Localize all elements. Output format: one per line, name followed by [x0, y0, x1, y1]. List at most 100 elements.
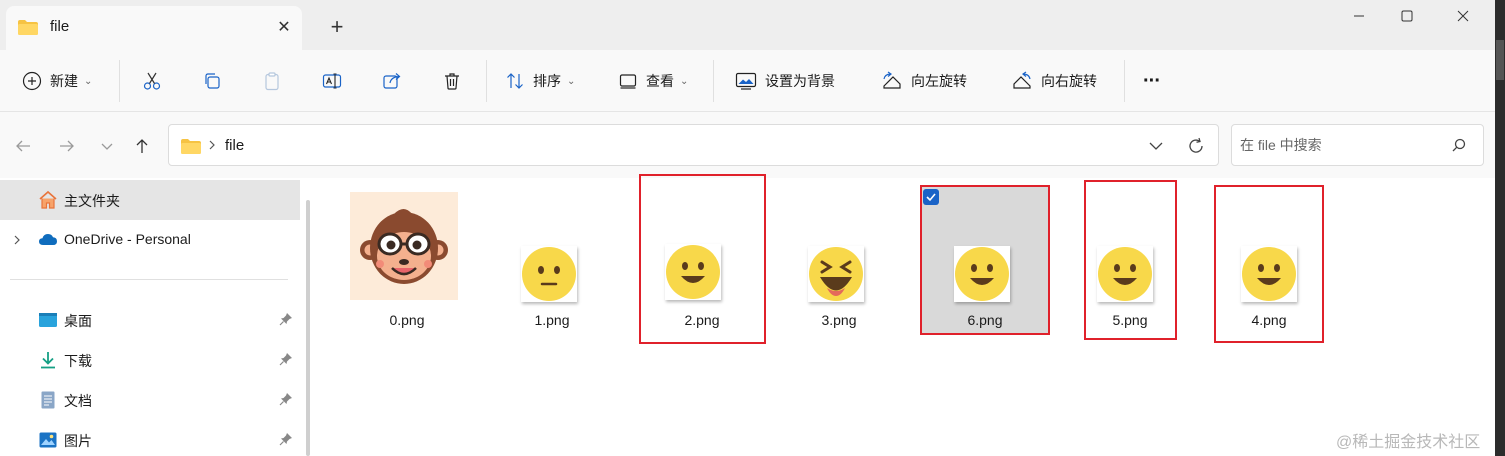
rotate-right-button[interactable]: 向右旋转: [1011, 64, 1097, 98]
highlight-box: [920, 185, 1050, 335]
recent-locations-button[interactable]: [92, 132, 122, 160]
neutral-emoji-thumbnail: [521, 246, 577, 302]
window-edge: [1495, 0, 1505, 456]
pin-icon[interactable]: [279, 392, 293, 406]
clipboard-icon: [265, 72, 279, 91]
document-icon: [41, 391, 55, 409]
chevron-down-icon: [101, 143, 113, 150]
set-as-background-button[interactable]: 设置为背景: [735, 64, 835, 98]
rotate-left-icon: [883, 71, 901, 89]
pin-icon[interactable]: [279, 312, 293, 326]
paste-button[interactable]: [262, 64, 282, 98]
navigation-pane: 主文件夹 OneDrive - Personal 桌面 下载 文档 图片: [0, 178, 318, 456]
pin-icon[interactable]: [279, 432, 293, 446]
toolbar-divider: [486, 60, 487, 102]
back-button[interactable]: [8, 132, 38, 160]
search-box[interactable]: [1231, 124, 1484, 166]
view-label: 查看: [646, 73, 674, 89]
file-item[interactable]: 3.png: [770, 186, 908, 336]
sidebar-item-desktop[interactable]: 桌面: [0, 300, 300, 340]
rotate-right-label: 向右旋转: [1041, 73, 1097, 89]
sidebar-item-home[interactable]: 主文件夹: [0, 180, 300, 220]
plus-circle-icon: [22, 71, 42, 91]
forward-button[interactable]: [52, 132, 82, 160]
rename-button[interactable]: [322, 64, 342, 98]
rotate-left-button[interactable]: 向左旋转: [881, 64, 967, 98]
pin-icon[interactable]: [279, 352, 293, 366]
rotate-right-icon: [1013, 71, 1031, 89]
view-button[interactable]: 查看 ⌄: [618, 64, 688, 98]
sidebar-item-pictures[interactable]: 图片: [0, 420, 300, 456]
close-tab-icon[interactable]: ✕: [270, 14, 298, 42]
rename-icon: [322, 73, 342, 89]
rotate-left-label: 向左旋转: [911, 73, 967, 89]
file-name: 1.png: [534, 312, 570, 328]
folder-icon: [181, 139, 201, 154]
refresh-icon[interactable]: [1185, 135, 1207, 157]
command-bar: 新建 ⌄ 排序 ⌄ 查看 ⌄ 设置为背景 向左旋转 向右旋转 ···: [0, 50, 1495, 112]
sort-button[interactable]: 排序 ⌄: [505, 64, 575, 98]
arrow-left-icon: [16, 140, 30, 152]
scissors-icon: [143, 72, 161, 90]
chevron-down-icon[interactable]: [1145, 135, 1167, 157]
copy-icon: [205, 73, 220, 89]
chevron-down-icon: ⌄: [84, 75, 93, 87]
more-options-button[interactable]: ···: [1143, 64, 1161, 98]
sidebar-item-label: 图片: [64, 433, 92, 449]
file-name: 0.png: [389, 312, 425, 328]
file-item[interactable]: 0.png: [338, 186, 476, 336]
chevron-down-icon: ⌄: [567, 75, 576, 87]
sidebar-item-label: 主文件夹: [64, 193, 120, 209]
sidebar-divider: [10, 279, 288, 280]
new-label: 新建: [50, 73, 78, 89]
sort-label: 排序: [533, 73, 561, 89]
sidebar-item-label: 文档: [64, 393, 92, 409]
arrow-right-icon: [60, 140, 74, 152]
tab-file[interactable]: file ✕: [6, 6, 302, 50]
share-button[interactable]: [382, 64, 402, 98]
copy-button[interactable]: [202, 64, 222, 98]
new-button[interactable]: 新建 ⌄: [22, 64, 92, 98]
view-icon: [619, 74, 637, 89]
share-icon: [383, 73, 401, 89]
file-item[interactable]: 1.png: [483, 186, 621, 336]
more-options-icon: ···: [1143, 69, 1161, 92]
folder-icon: [18, 20, 38, 35]
chevron-right-icon[interactable]: [12, 234, 22, 246]
address-row: file: [0, 112, 1495, 178]
title-bar: file ✕ +: [0, 0, 1495, 50]
wallpaper-icon: [735, 72, 757, 90]
laugh-emoji-thumbnail: [808, 246, 864, 302]
sidebar-item-downloads[interactable]: 下载: [0, 340, 300, 380]
minimize-button[interactable]: [1336, 0, 1382, 32]
delete-button[interactable]: [442, 64, 462, 98]
monkey-thumbnail: [350, 192, 458, 300]
new-tab-button[interactable]: +: [322, 12, 352, 42]
search-input[interactable]: [1240, 133, 1440, 157]
sidebar-item-label: 桌面: [64, 313, 92, 329]
up-button[interactable]: [127, 132, 157, 160]
sidebar-item-label: 下载: [64, 353, 92, 369]
toolbar-divider: [713, 60, 714, 102]
sidebar-scrollbar[interactable]: [306, 200, 310, 456]
sidebar-item-label: OneDrive - Personal: [64, 231, 191, 247]
home-icon: [39, 190, 57, 209]
address-bar[interactable]: file: [168, 124, 1219, 166]
highlight-box: [1084, 180, 1177, 340]
breadcrumb-file[interactable]: file: [225, 137, 244, 154]
download-icon: [41, 352, 55, 369]
watermark: @稀土掘金技术社区: [1336, 434, 1481, 451]
close-window-button[interactable]: [1440, 0, 1486, 32]
highlight-box: [1214, 185, 1324, 343]
search-icon[interactable]: [1450, 136, 1468, 154]
tab-title: file: [50, 18, 70, 35]
chevron-down-icon: ⌄: [680, 75, 689, 87]
cut-button[interactable]: [142, 64, 162, 98]
desktop-icon: [39, 313, 57, 327]
sidebar-item-onedrive[interactable]: OneDrive - Personal: [0, 220, 300, 260]
file-explorer-window: file ✕ + 新建 ⌄ 排序 ⌄ 查看 ⌄ 设置为背景 向左旋转 向右旋转 …: [0, 0, 1495, 456]
sort-icon: [507, 73, 523, 89]
sidebar-item-documents[interactable]: 文档: [0, 380, 300, 420]
maximize-button[interactable]: [1384, 0, 1430, 32]
onedrive-cloud-icon: [39, 234, 57, 245]
